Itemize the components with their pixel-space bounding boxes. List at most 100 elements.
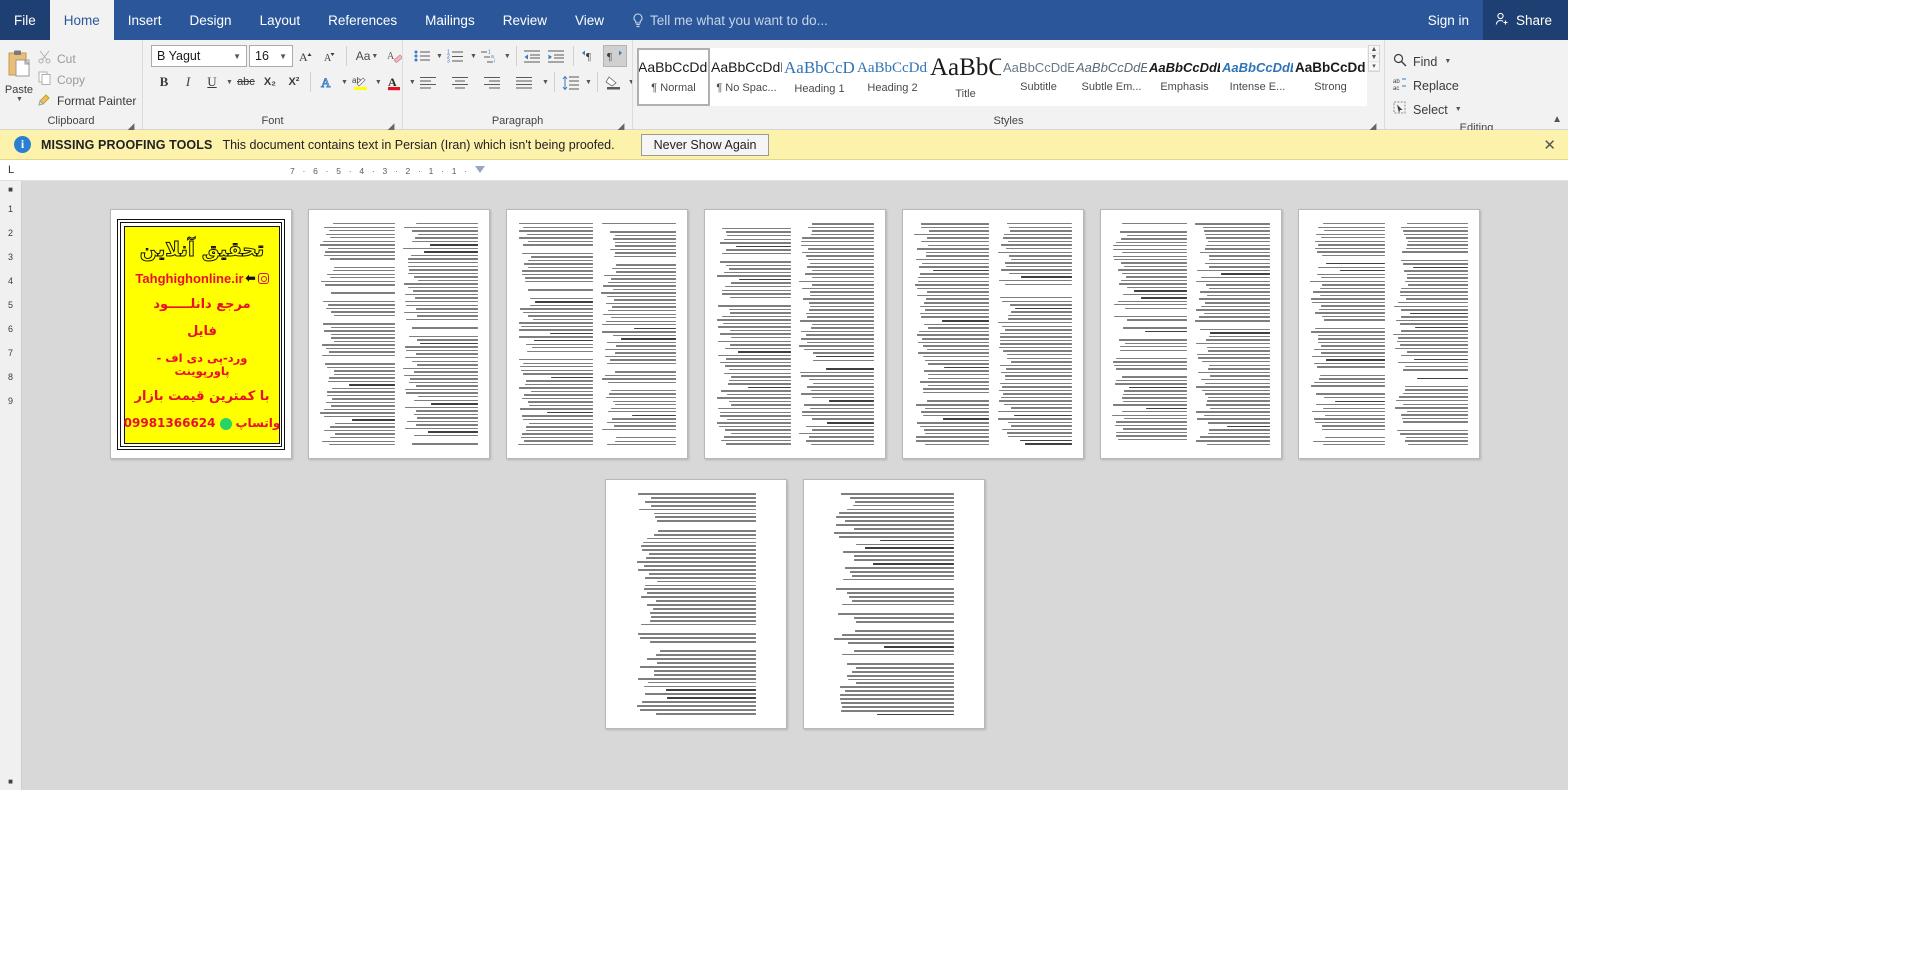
style-item-emphasis[interactable]: AaBbCcDdEe Emphasis	[1148, 48, 1221, 106]
superscript-button[interactable]: X²	[283, 71, 305, 93]
tab-review[interactable]: Review	[489, 0, 561, 40]
horizontal-ruler[interactable]: 7 · 6 · 5 · 4 · 3 · 2 · 1 · 1 ·	[290, 163, 485, 178]
font-dialog-launcher[interactable]: ◢	[386, 118, 396, 131]
numbered-list-button[interactable]: 123	[445, 45, 467, 67]
format-painter-button[interactable]: Format Painter	[34, 91, 140, 110]
document-page-3[interactable]	[506, 209, 688, 459]
document-page-6[interactable]	[1100, 209, 1282, 459]
page-text-line	[1403, 421, 1468, 423]
styles-scroll-up[interactable]: ▲	[1369, 46, 1379, 54]
document-page-1[interactable]: تحقیق آنلاین ⬅ Tahghighonline.ir مرجع دا…	[110, 209, 292, 459]
select-dropdown-arrow[interactable]: ▼	[1455, 106, 1462, 113]
style-item-heading-2[interactable]: AaBbCcDdEe Heading 2	[856, 48, 929, 106]
underline-button[interactable]: U	[201, 71, 223, 93]
tab-layout[interactable]: Layout	[246, 0, 315, 40]
justify-button[interactable]	[509, 71, 539, 93]
font-size-dropdown-arrow[interactable]: ▼	[279, 52, 290, 61]
style-preview: AaBbCcDdEe	[1003, 60, 1074, 75]
document-page-5[interactable]	[902, 209, 1084, 459]
align-right-button[interactable]	[477, 71, 507, 93]
styles-gallery-more[interactable]: ▾	[1369, 62, 1379, 71]
document-page-4[interactable]	[704, 209, 886, 459]
decrease-indent-button[interactable]	[522, 45, 544, 67]
style-item-subtle-em[interactable]: AaBbCcDdEe Subtle Em...	[1075, 48, 1148, 106]
tab-mailings[interactable]: Mailings	[411, 0, 489, 40]
tell-me-search[interactable]: Tell me what you want to do...	[618, 0, 842, 40]
increase-indent-button[interactable]	[546, 45, 568, 67]
document-page-2[interactable]	[308, 209, 490, 459]
tab-file[interactable]: File	[0, 0, 50, 40]
style-item-strong[interactable]: AaBbCcDdEe Strong	[1294, 48, 1367, 106]
style-item-normal[interactable]: AaBbCcDdEe ¶ Normal	[637, 48, 710, 106]
text-effects-button[interactable]: A	[316, 71, 338, 93]
text-effects-dropdown-arrow[interactable]: ▼	[341, 79, 348, 86]
replace-button[interactable]: ab ac Replace	[1389, 75, 1470, 96]
styles-gallery[interactable]: AaBbCcDdEe ¶ Normal AaBbCcDdEe ¶ No Spac...…	[637, 45, 1367, 106]
align-center-button[interactable]	[445, 71, 475, 93]
bullet-list-button[interactable]	[411, 45, 433, 67]
multilevel-list-dropdown-arrow[interactable]: ▼	[504, 53, 511, 60]
line-spacing-dropdown-arrow[interactable]: ▼	[585, 79, 592, 86]
highlight-color-button[interactable]: ab	[350, 71, 372, 93]
italic-button[interactable]: I	[177, 71, 199, 93]
tab-stop-selector[interactable]: L	[0, 164, 22, 176]
close-icon[interactable]: ✕	[1543, 136, 1560, 154]
bullet-list-dropdown-arrow[interactable]: ▼	[436, 53, 443, 60]
align-left-button[interactable]	[413, 71, 443, 93]
scroll-up-arrow[interactable]: ■	[8, 181, 13, 198]
styles-scroll-down[interactable]: ▼	[1369, 54, 1379, 62]
styles-dialog-launcher[interactable]: ◢	[1368, 118, 1378, 131]
clipboard-dialog-launcher[interactable]: ◢	[126, 118, 136, 131]
font-name-dropdown-arrow[interactable]: ▼	[233, 52, 244, 61]
share-button[interactable]: Share	[1482, 0, 1568, 40]
shrink-font-button[interactable]: A	[319, 45, 341, 67]
paste-button[interactable]: Paste ▼	[4, 45, 34, 103]
justify-dropdown-arrow[interactable]: ▼	[542, 79, 549, 86]
paste-dropdown-arrow[interactable]: ▼	[16, 96, 23, 103]
document-page-9[interactable]	[803, 479, 985, 729]
find-button[interactable]: Find ▼	[1389, 51, 1470, 72]
style-item-no-spac[interactable]: AaBbCcDdEe ¶ No Spac...	[710, 48, 783, 106]
change-case-dropdown-arrow[interactable]: ▼	[371, 53, 378, 60]
font-name-combobox[interactable]: B Yagut ▼	[151, 45, 247, 67]
left-to-right-button[interactable]: ¶	[579, 45, 601, 67]
tab-view[interactable]: View	[561, 0, 618, 40]
style-item-heading-1[interactable]: AaBbCcDdEe Heading 1	[783, 48, 856, 106]
multilevel-list-button[interactable]: 1ai	[479, 45, 501, 67]
tab-home[interactable]: Home	[49, 0, 114, 40]
vertical-page-index-bar[interactable]: ■ 1 2 3 4 5 6 7 8 9 ■	[0, 181, 22, 790]
numbered-list-dropdown-arrow[interactable]: ▼	[470, 53, 477, 60]
indent-marker-icon[interactable]	[474, 166, 485, 175]
document-page-7[interactable]	[1298, 209, 1480, 459]
tab-design[interactable]: Design	[176, 0, 246, 40]
copy-button[interactable]: Copy	[34, 70, 140, 89]
page-text-line	[1316, 273, 1385, 275]
right-to-left-button[interactable]: ¶	[602, 45, 627, 67]
chevron-up-icon[interactable]: ▲	[1552, 114, 1562, 125]
cut-button[interactable]: Cut	[34, 49, 140, 68]
highlight-dropdown-arrow[interactable]: ▼	[375, 79, 382, 86]
tab-references[interactable]: References	[314, 0, 411, 40]
style-item-title[interactable]: AaBbCcDdEe Title	[929, 48, 1002, 106]
never-show-again-button[interactable]: Never Show Again	[640, 133, 770, 156]
paragraph-dialog-launcher[interactable]: ◢	[616, 118, 626, 131]
style-item-subtitle[interactable]: AaBbCcDdEe Subtitle	[1002, 48, 1075, 106]
underline-dropdown-arrow[interactable]: ▼	[226, 79, 233, 86]
tab-insert[interactable]: Insert	[114, 0, 176, 40]
find-dropdown-arrow[interactable]: ▼	[1444, 58, 1451, 65]
select-button[interactable]: Select ▼	[1389, 99, 1470, 120]
style-item-intense-e[interactable]: AaBbCcDdEe Intense E...	[1221, 48, 1294, 106]
line-spacing-button[interactable]	[560, 71, 582, 93]
grow-font-button[interactable]: A	[295, 45, 317, 67]
bold-button[interactable]: B	[153, 71, 175, 93]
document-page-8[interactable]	[605, 479, 787, 729]
scroll-down-arrow[interactable]: ■	[8, 773, 13, 790]
font-size-combobox[interactable]: 16 ▼	[249, 45, 293, 67]
sign-in-button[interactable]: Sign in	[1414, 0, 1483, 40]
shading-button[interactable]	[603, 71, 625, 93]
strikethrough-button[interactable]: abc	[235, 71, 257, 93]
change-case-button[interactable]: Aa ▼	[352, 45, 382, 67]
styles-gallery-scroll[interactable]: ▲ ▼ ▾	[1368, 45, 1380, 72]
subscript-button[interactable]: X₂	[259, 71, 281, 93]
page-text-line	[720, 415, 791, 417]
